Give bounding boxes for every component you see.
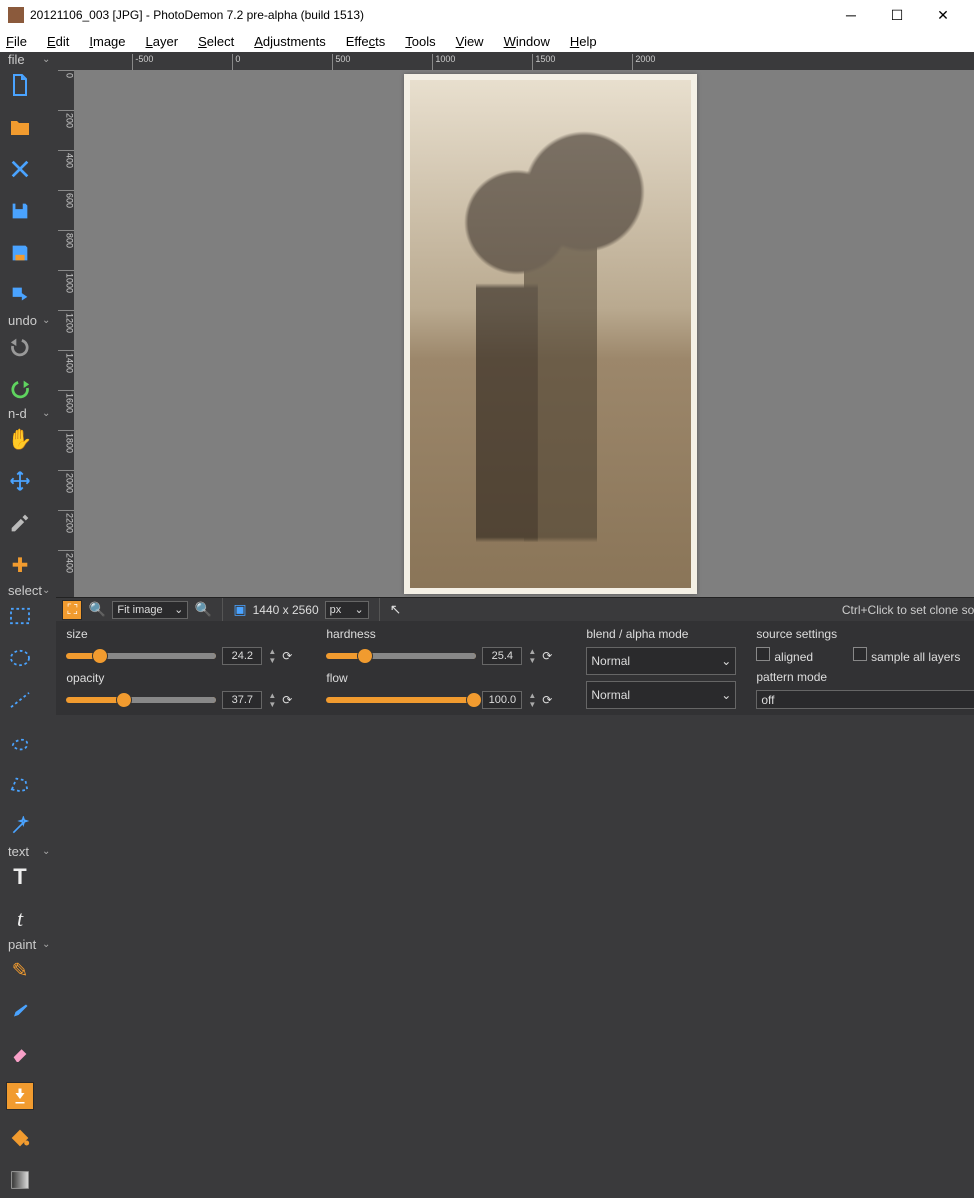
new-file-icon[interactable] [6, 71, 34, 99]
ruler-corner [56, 52, 74, 70]
text-style-icon[interactable]: t [6, 905, 34, 933]
flow-value[interactable]: 100.0 [482, 691, 522, 709]
zoom-out-icon[interactable]: 🔍 [88, 596, 106, 624]
section-file[interactable]: file⌄ [0, 52, 56, 67]
menu-adjustments[interactable]: Adjustments [254, 34, 326, 49]
cursor-icon: ↖ [390, 601, 402, 618]
save-icon[interactable] [6, 197, 34, 225]
section-undo[interactable]: undo⌄ [0, 313, 56, 328]
poly-select-icon[interactable] [6, 770, 34, 798]
brush-icon[interactable] [6, 998, 34, 1026]
export-icon[interactable] [6, 281, 34, 309]
section-nd[interactable]: n-d⌄ [0, 406, 56, 421]
status-bar: ⛶ 🔍 Fit image⌄ 🔍 ▣ 1440 x 2560 px⌄ ↖ Ctr… [56, 597, 974, 621]
redo-icon[interactable] [6, 374, 34, 402]
flow-slider[interactable] [326, 697, 476, 703]
flow-spinner[interactable]: ▲▼ [528, 691, 536, 709]
undo-icon[interactable] [6, 332, 34, 360]
pencil-icon[interactable]: ✎ [6, 956, 34, 984]
image-canvas[interactable] [404, 74, 697, 594]
open-folder-icon[interactable] [6, 113, 34, 141]
alpha-mode-select[interactable]: Normal⌄ [586, 681, 736, 709]
menu-effects[interactable]: Effects [346, 34, 386, 49]
aligned-checkbox[interactable]: aligned [756, 647, 813, 664]
tool-options-bar: size 24.2 ▲▼ ⟳ opacity 37.7 ▲▼ ⟳ hardnes… [56, 621, 974, 715]
menu-window[interactable]: Window [504, 34, 550, 49]
size-spinner[interactable]: ▲▼ [268, 647, 276, 665]
image-size-icon: ▣ [233, 601, 246, 618]
pattern-mode-label: pattern mode [756, 670, 974, 684]
menu-layer[interactable]: Layer [146, 34, 179, 49]
close-button[interactable]: ✕ [920, 0, 966, 30]
move-tool-icon[interactable] [6, 467, 34, 495]
window-title: 20121106_003 [JPG] - PhotoDemon 7.2 pre-… [30, 8, 828, 22]
menu-tools[interactable]: Tools [405, 34, 435, 49]
hardness-slider[interactable] [326, 653, 476, 659]
pattern-mode-select[interactable]: off⌄ [756, 690, 974, 709]
left-toolbox: file⌄ undo⌄ n-d⌄ ✋ ✚ select⌄ [0, 52, 56, 715]
maximize-button[interactable]: ☐ [874, 0, 920, 30]
flow-reset-icon[interactable]: ⟳ [542, 693, 552, 707]
section-select[interactable]: select⌄ [0, 583, 56, 598]
menu-view[interactable]: View [456, 34, 484, 49]
fit-window-icon[interactable]: ⛶ [62, 600, 82, 620]
image-dimensions: 1440 x 2560 [253, 603, 319, 617]
hardness-reset-icon[interactable]: ⟳ [542, 649, 552, 663]
source-settings-label: source settings [756, 627, 837, 641]
size-slider[interactable] [66, 653, 216, 659]
fill-icon[interactable] [6, 1124, 34, 1152]
lasso-select-icon[interactable] [6, 728, 34, 756]
section-paint[interactable]: paint⌄ [0, 937, 56, 952]
menubar: File Edit Image Layer Select Adjustments… [0, 30, 974, 52]
menu-edit[interactable]: Edit [47, 34, 69, 49]
opacity-value[interactable]: 37.7 [222, 691, 262, 709]
rect-select-icon[interactable] [6, 602, 34, 630]
clone-stamp-icon[interactable] [6, 1082, 34, 1110]
zoom-in-icon[interactable]: 🔍 [194, 596, 212, 624]
eraser-icon[interactable] [6, 1040, 34, 1068]
measure-tool-icon[interactable]: ✚ [6, 551, 34, 579]
hint-text: Ctrl+Click to set clone source [842, 603, 974, 617]
menu-help[interactable]: Help [570, 34, 597, 49]
close-x-icon[interactable] [6, 155, 34, 183]
ellipse-select-icon[interactable] [6, 644, 34, 672]
blend-mode-label: blend / alpha mode [586, 627, 736, 641]
opacity-label: opacity [66, 671, 306, 685]
blend-mode-select[interactable]: Normal⌄ [586, 647, 736, 675]
opacity-reset-icon[interactable]: ⟳ [282, 693, 292, 707]
eyedropper-icon[interactable] [6, 509, 34, 537]
hardness-label: hardness [326, 627, 566, 641]
menu-file[interactable]: File [6, 34, 27, 49]
minimize-button[interactable]: ─ [828, 0, 874, 30]
titlebar: 20121106_003 [JPG] - PhotoDemon 7.2 pre-… [0, 0, 974, 30]
line-select-icon[interactable] [6, 686, 34, 714]
save-as-icon[interactable] [6, 239, 34, 267]
sample-all-checkbox[interactable]: sample all layers [853, 647, 960, 664]
menu-select[interactable]: Select [198, 34, 234, 49]
zoom-select[interactable]: Fit image⌄ [112, 601, 188, 619]
hand-tool-icon[interactable]: ✋ [6, 425, 34, 453]
menu-image[interactable]: Image [89, 34, 125, 49]
wand-select-icon[interactable] [6, 812, 34, 840]
canvas-viewport[interactable] [74, 70, 974, 597]
unit-select[interactable]: px⌄ [325, 601, 369, 619]
hardness-value[interactable]: 25.4 [482, 647, 522, 665]
size-value[interactable]: 24.2 [222, 647, 262, 665]
flow-label: flow [326, 671, 566, 685]
size-label: size [66, 627, 306, 641]
hardness-spinner[interactable]: ▲▼ [528, 647, 536, 665]
gradient-icon[interactable] [6, 1166, 34, 1194]
opacity-spinner[interactable]: ▲▼ [268, 691, 276, 709]
section-text[interactable]: text⌄ [0, 844, 56, 859]
app-icon [8, 7, 24, 23]
ruler-horizontal: -500 0 500 1000 1500 2000 [92, 52, 974, 70]
text-tool-icon[interactable]: T [6, 863, 34, 891]
canvas-area: -500 0 500 1000 1500 2000 0 200 400 600 … [56, 52, 974, 715]
size-reset-icon[interactable]: ⟳ [282, 649, 292, 663]
opacity-slider[interactable] [66, 697, 216, 703]
ruler-vertical: 0 200 400 600 800 1000 1200 1400 1600 18… [56, 70, 74, 597]
